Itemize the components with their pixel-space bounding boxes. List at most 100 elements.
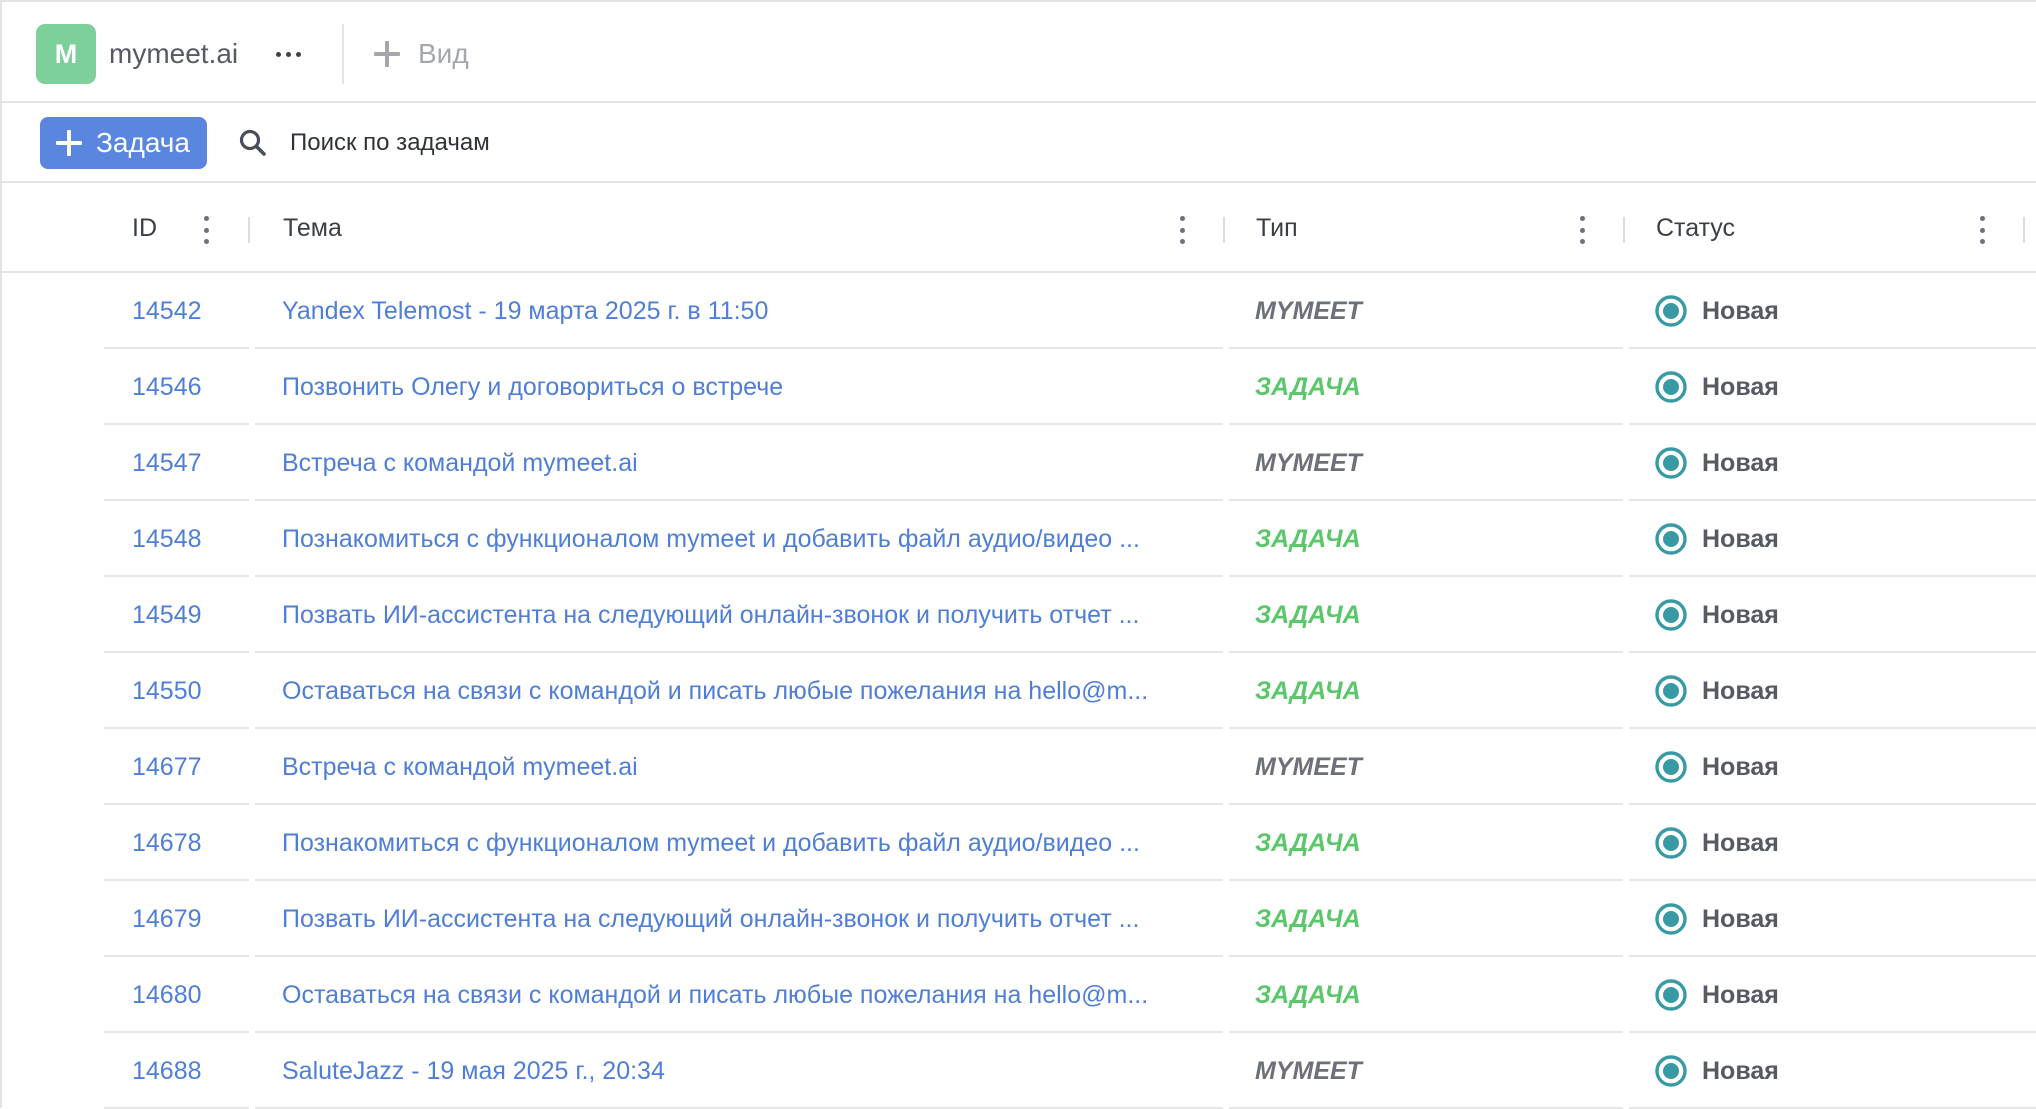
column-label-type: Тип [1256,213,1298,242]
status-new-icon [1655,1055,1687,1087]
task-subject-link[interactable]: Позвонить Олегу и договориться о встрече [282,349,1202,425]
table-row[interactable]: 14549 Позвать ИИ-ассистента на следующий… [2,577,2036,653]
task-id-link[interactable]: 14688 [132,1033,202,1109]
task-id-link[interactable]: 14550 [132,653,202,729]
task-status[interactable]: Новая [1654,957,1779,1033]
task-subject-link[interactable]: Позвать ИИ-ассистента на следующий онлай… [282,577,1202,653]
task-id-link[interactable]: 14547 [132,425,202,501]
column-resize-handle[interactable] [2023,217,2025,243]
task-type-label: MYMEET [1255,448,1362,477]
table-body: 14542 Yandex Telemost - 19 марта 2025 г.… [2,273,2036,1109]
status-new-icon [1655,599,1687,631]
task-type-label: MYMEET [1255,752,1362,781]
task-id-link[interactable]: 14679 [132,881,202,957]
task-subject-link[interactable]: Встреча с командой mymeet.ai [282,729,1202,805]
toolbar: Задача [2,103,2036,183]
project-more-button[interactable] [268,40,308,68]
task-id-link[interactable]: 14548 [132,501,202,577]
task-status-label: Новая [1702,296,1779,325]
column-header-status[interactable]: Статус [1656,183,1735,273]
task-id-link[interactable]: 14546 [132,349,202,425]
task-status[interactable]: Новая [1654,349,1779,425]
task-type-label: ЗАДАЧА [1255,828,1361,857]
task-status[interactable]: Новая [1654,653,1779,729]
search-icon[interactable] [238,128,268,158]
kebab-menu-icon [1578,216,1586,244]
table-row[interactable]: 14678 Познакомиться с функционалом mymee… [2,805,2036,881]
task-type-label: MYMEET [1255,296,1362,325]
task-type-label: ЗАДАЧА [1255,524,1361,553]
status-new-icon [1655,371,1687,403]
task-status[interactable]: Новая [1654,273,1779,349]
task-subject-link[interactable]: Позвать ИИ-ассистента на следующий онлай… [282,881,1202,957]
task-type-label: ЗАДАЧА [1255,372,1361,401]
app-window: M mymeet.ai Вид Задача ID [0,0,2036,1109]
task-status-label: Новая [1702,904,1779,933]
task-subject-link[interactable]: Yandex Telemost - 19 марта 2025 г. в 11:… [282,273,1202,349]
task-status-label: Новая [1702,448,1779,477]
task-id-link[interactable]: 14677 [132,729,202,805]
task-status-label: Новая [1702,828,1779,857]
task-id-link[interactable]: 14542 [132,273,202,349]
new-task-label: Задача [96,127,190,158]
table-row[interactable]: 14546 Позвонить Олегу и договориться о в… [2,349,2036,425]
task-type-label: MYMEET [1255,1056,1362,1085]
column-resize-handle[interactable] [1623,217,1625,243]
table-row[interactable]: 14548 Познакомиться с функционалом mymee… [2,501,2036,577]
task-subject-link[interactable]: Оставаться на связи с командой и писать … [282,957,1202,1033]
task-status[interactable]: Новая [1654,881,1779,957]
task-status[interactable]: Новая [1654,805,1779,881]
task-id-link[interactable]: 14678 [132,805,202,881]
task-subject-link[interactable]: Познакомиться с функционалом mymeet и до… [282,501,1202,577]
tasks-table: ID Тема Тип Статус 14542 Yandex Telemost… [2,183,2036,1109]
task-subject-link[interactable]: Встреча с командой mymeet.ai [282,425,1202,501]
task-status-label: Новая [1702,980,1779,1009]
add-view-label: Вид [418,38,469,69]
column-resize-handle[interactable] [248,217,250,243]
column-label-subject: Тема [283,213,342,242]
task-status-label: Новая [1702,372,1779,401]
task-subject-link[interactable]: SaluteJazz - 19 мая 2025 г., 20:34 [282,1033,1202,1109]
column-resize-handle[interactable] [1223,217,1225,243]
task-type-label: ЗАДАЧА [1255,676,1361,705]
column-header-type[interactable]: Тип [1256,183,1298,273]
status-new-icon [1655,979,1687,1011]
task-status[interactable]: Новая [1654,425,1779,501]
task-id-link[interactable]: 14680 [132,957,202,1033]
task-status[interactable]: Новая [1654,1033,1779,1109]
add-view-button[interactable]: Вид [372,32,469,76]
table-row[interactable]: 14680 Оставаться на связи с командой и п… [2,957,2036,1033]
task-subject-link[interactable]: Познакомиться с функционалом mymeet и до… [282,805,1202,881]
plus-icon [56,130,82,156]
project-avatar[interactable]: M [36,24,96,84]
table-row[interactable]: 14677 Встреча с командой mymeet.ai MYMEE… [2,729,2036,805]
task-id-link[interactable]: 14549 [132,577,202,653]
task-status[interactable]: Новая [1654,501,1779,577]
column-header-subject[interactable]: Тема [283,183,342,273]
column-label-id: ID [132,213,157,242]
new-task-button[interactable]: Задача [40,117,207,169]
task-type-label: ЗАДАЧА [1255,600,1361,629]
kebab-menu-icon [202,216,210,244]
project-name[interactable]: mymeet.ai [109,36,238,72]
task-status-label: Новая [1702,600,1779,629]
status-new-icon [1655,295,1687,327]
status-new-icon [1655,675,1687,707]
task-status[interactable]: Новая [1654,729,1779,805]
table-row[interactable]: 14550 Оставаться на связи с командой и п… [2,653,2036,729]
search-input[interactable] [290,129,770,157]
header-divider [342,24,344,84]
table-row[interactable]: 14679 Позвать ИИ-ассистента на следующий… [2,881,2036,957]
status-new-icon [1655,903,1687,935]
task-status[interactable]: Новая [1654,577,1779,653]
table-row[interactable]: 14547 Встреча с командой mymeet.ai MYMEE… [2,425,2036,501]
project-header: M mymeet.ai Вид [2,2,2036,103]
status-new-icon [1655,827,1687,859]
column-header-id[interactable]: ID [132,183,157,273]
task-status-label: Новая [1702,1056,1779,1085]
task-status-label: Новая [1702,752,1779,781]
table-row[interactable]: 14542 Yandex Telemost - 19 марта 2025 г.… [2,273,2036,349]
table-row[interactable]: 14688 SaluteJazz - 19 мая 2025 г., 20:34… [2,1033,2036,1109]
task-subject-link[interactable]: Оставаться на связи с командой и писать … [282,653,1202,729]
kebab-menu-icon [1178,216,1186,244]
